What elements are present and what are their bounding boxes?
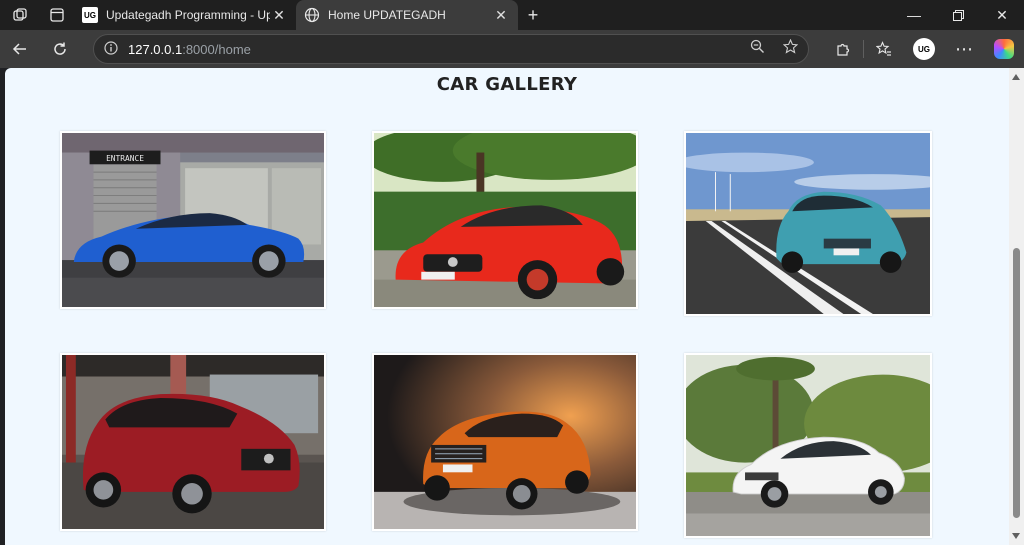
tab-actions-icon[interactable] bbox=[40, 0, 74, 30]
workspaces-icon[interactable] bbox=[0, 0, 40, 30]
favorites-icon[interactable] bbox=[864, 30, 904, 68]
car-image-blue-coupe[interactable]: ENTRANCE bbox=[60, 131, 326, 309]
browser-toolbar: 127.0.0.1 :8000/home UG ⋯ bbox=[0, 30, 1024, 68]
ug-logo-icon: UG bbox=[82, 7, 98, 23]
entrance-sign: ENTRANCE bbox=[106, 154, 144, 163]
globe-icon bbox=[304, 7, 320, 23]
car-photo bbox=[374, 133, 636, 307]
scroll-down-arrow-icon[interactable] bbox=[1012, 533, 1020, 539]
car-image-red-sports-car[interactable] bbox=[372, 131, 638, 309]
close-window-icon[interactable]: ✕ bbox=[980, 0, 1024, 30]
tab-updategadh-programming[interactable]: UG Updategadh Programming - Upd ✕ bbox=[74, 0, 296, 30]
profile-button[interactable]: UG bbox=[904, 30, 944, 68]
page-title: CAR GALLERY bbox=[436, 74, 578, 95]
restore-icon[interactable] bbox=[936, 0, 980, 30]
car-image-orange-suv[interactable] bbox=[372, 353, 638, 531]
tab-title: Updategadh Programming - Upd bbox=[106, 8, 270, 22]
url-path: :8000/home bbox=[182, 41, 251, 57]
close-icon[interactable]: ✕ bbox=[492, 7, 510, 24]
avatar: UG bbox=[913, 38, 935, 60]
scroll-up-arrow-icon[interactable] bbox=[1012, 74, 1020, 80]
new-tab-plus-icon[interactable]: + bbox=[518, 5, 548, 26]
favorite-star-icon[interactable] bbox=[782, 38, 799, 59]
extensions-icon[interactable] bbox=[823, 30, 863, 68]
car-photo bbox=[62, 355, 324, 529]
site-info-icon[interactable] bbox=[104, 40, 128, 58]
car-photo bbox=[374, 355, 636, 529]
page-viewport: CAR GALLERY ENTRANCE bbox=[5, 68, 1009, 545]
car-image-red-crossover[interactable] bbox=[60, 353, 326, 531]
car-image-white-sedan[interactable] bbox=[684, 353, 932, 538]
copilot-button[interactable] bbox=[984, 30, 1024, 68]
tab-title: Home UPDATEGADH bbox=[328, 8, 446, 22]
url-host: 127.0.0.1 bbox=[128, 41, 183, 57]
car-photo: ENTRANCE bbox=[62, 133, 324, 307]
tab-strip: UG Updategadh Programming - Upd ✕ Home U… bbox=[0, 0, 1024, 30]
more-menu-icon[interactable]: ⋯ bbox=[944, 30, 984, 68]
scrollbar-thumb[interactable] bbox=[1013, 248, 1020, 518]
car-image-teal-suv[interactable] bbox=[684, 131, 932, 316]
tab-home-updategadh[interactable]: Home UPDATEGADH ✕ bbox=[296, 0, 518, 30]
back-arrow-icon[interactable] bbox=[0, 30, 40, 68]
copilot-icon bbox=[994, 39, 1014, 59]
close-icon[interactable]: ✕ bbox=[270, 7, 288, 24]
zoom-icon[interactable] bbox=[750, 39, 765, 59]
car-photo bbox=[686, 355, 930, 536]
minimize-icon[interactable]: — bbox=[892, 0, 936, 30]
refresh-icon[interactable] bbox=[40, 30, 80, 68]
vertical-scrollbar[interactable] bbox=[1009, 68, 1024, 545]
address-bar[interactable]: 127.0.0.1 :8000/home bbox=[93, 34, 809, 64]
car-photo bbox=[686, 133, 930, 314]
toolbar-right: UG ⋯ bbox=[823, 30, 1024, 68]
window-controls: — ✕ bbox=[892, 0, 1024, 30]
